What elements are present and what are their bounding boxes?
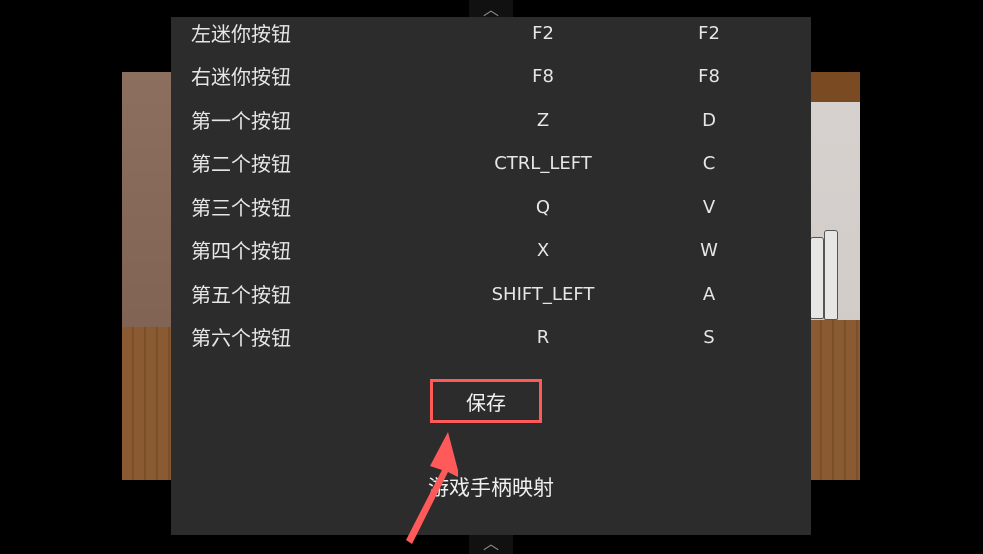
secondary-key[interactable]: S [589, 318, 829, 358]
button-name: 左迷你按钮 [191, 22, 291, 46]
secondary-key[interactable]: F8 [589, 57, 829, 97]
button-name: 第四个按钮 [191, 239, 291, 263]
button-name: 第二个按钮 [191, 152, 291, 176]
secondary-key[interactable]: A [589, 275, 829, 315]
save-button[interactable]: 保存 [430, 379, 542, 423]
mapping-row[interactable]: 第五个按钮 SHIFT_LEFT A [171, 275, 811, 315]
button-name: 第一个按钮 [191, 109, 291, 133]
secondary-key[interactable]: V [589, 188, 829, 228]
mapping-row[interactable]: 第一个按钮 Z D [171, 101, 811, 141]
chevron-up-icon: ︿ [482, 534, 499, 553]
save-button-label: 保存 [466, 390, 506, 415]
left-counter [122, 327, 172, 480]
mapping-row[interactable]: 第六个按钮 R S [171, 318, 811, 358]
button-name: 第三个按钮 [191, 196, 291, 220]
gamepad-mapping-dialog: 左迷你按钮 F2 F2 右迷你按钮 F8 F8 第一个按钮 Z D 第二个按钮 … [171, 17, 811, 535]
mapping-row[interactable]: 第四个按钮 X W [171, 231, 811, 271]
dialog-title: 游戏手柄映射 [428, 476, 554, 500]
button-name: 第六个按钮 [191, 326, 291, 350]
mapping-row[interactable]: 第三个按钮 Q V [171, 188, 811, 228]
red-arrow-icon [406, 432, 458, 544]
secondary-key[interactable]: C [589, 144, 829, 184]
secondary-key[interactable]: F2 [589, 14, 829, 54]
mapping-row[interactable]: 左迷你按钮 F2 F2 [171, 14, 811, 54]
mapping-row[interactable]: 第二个按钮 CTRL_LEFT C [171, 144, 811, 184]
bottom-handle[interactable]: ︿ [469, 534, 513, 554]
secondary-key[interactable]: W [589, 231, 829, 271]
mapping-row[interactable]: 右迷你按钮 F8 F8 [171, 57, 811, 97]
button-name: 第五个按钮 [191, 283, 291, 307]
button-name: 右迷你按钮 [191, 65, 291, 89]
secondary-key[interactable]: D [589, 101, 829, 141]
